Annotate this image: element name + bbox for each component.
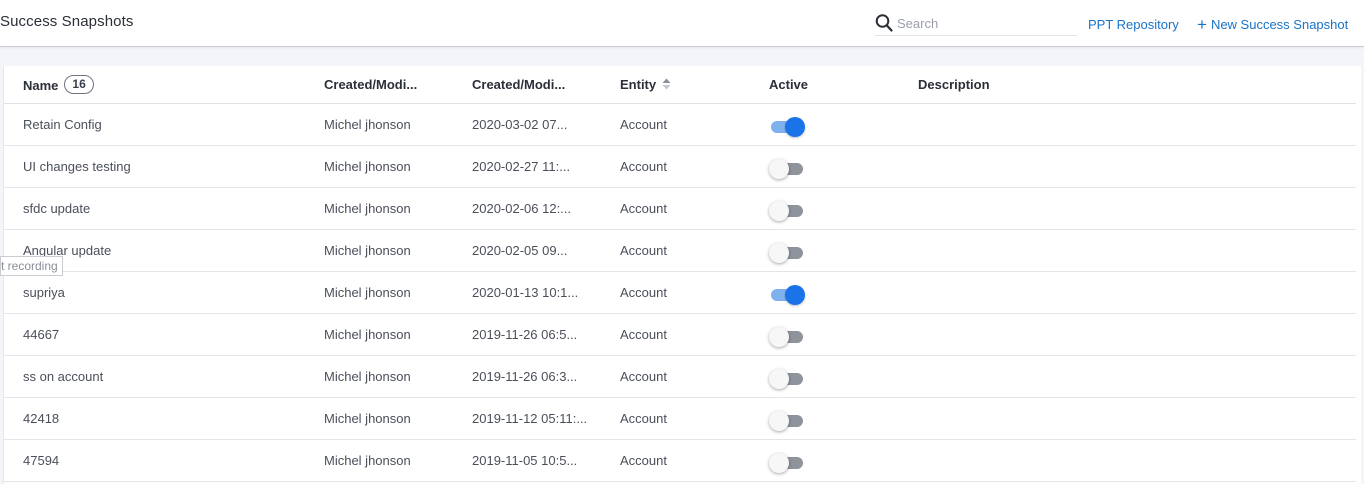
cell-created-date: 2020-02-27 11:... <box>472 159 571 174</box>
cell-created-date: 2020-03-02 07... <box>472 117 568 132</box>
table-header-row: Name 16 Created/Modi... Created/Modi... E… <box>4 66 1356 104</box>
column-header-created-by[interactable]: Created/Modi... <box>324 77 417 92</box>
ppt-repository-link[interactable]: PPT Repository <box>1088 17 1179 32</box>
cell-name[interactable]: Retain Config <box>23 117 102 132</box>
cell-entity: Account <box>620 243 667 258</box>
active-toggle[interactable] <box>769 199 805 221</box>
cell-name[interactable]: supriya <box>23 285 65 300</box>
recording-tooltip: t recording <box>0 256 63 276</box>
page-header: Success Snapshots PPT Repository +New Su… <box>0 0 1364 47</box>
table-row[interactable]: supriya Michel jhonson 2020-01-13 10:1..… <box>4 272 1356 314</box>
cell-entity: Account <box>620 201 667 216</box>
page-title: Success Snapshots <box>0 13 134 30</box>
active-toggle[interactable] <box>769 241 805 263</box>
cell-created-by: Michel jhonson <box>324 369 411 384</box>
table-row[interactable]: Retain Config Michel jhonson 2020-03-02 … <box>4 104 1356 146</box>
column-header-description[interactable]: Description <box>918 77 990 92</box>
active-toggle[interactable] <box>769 409 805 431</box>
snapshots-table: Name 16 Created/Modi... Created/Modi... E… <box>3 66 1361 484</box>
toggle-knob <box>769 453 789 473</box>
new-success-snapshot-button[interactable]: + New Success Snapshot <box>1197 15 1349 34</box>
cell-created-by: Michel jhonson <box>324 159 411 174</box>
cell-created-date: 2020-02-05 09... <box>472 243 568 258</box>
cell-entity: Account <box>620 159 667 174</box>
toggle-knob <box>769 327 789 347</box>
cell-created-by: Michel jhonson <box>324 117 411 132</box>
cell-created-date: 2019-11-12 05:11:... <box>472 411 588 426</box>
active-toggle[interactable] <box>769 283 805 305</box>
new-success-snapshot-label: New Success Snapshot <box>1210 17 1349 32</box>
toggle-knob <box>769 201 789 221</box>
cell-created-date: 2020-02-06 12:... <box>472 201 572 216</box>
cell-created-by: Michel jhonson <box>324 327 411 342</box>
cell-created-by: Michel jhonson <box>324 453 411 468</box>
search-icon[interactable] <box>875 13 893 33</box>
toggle-knob <box>769 243 789 263</box>
cell-entity: Account <box>620 453 667 468</box>
toggle-knob <box>785 117 805 137</box>
row-count-badge: 16 <box>64 75 94 94</box>
cell-entity: Account <box>620 411 667 426</box>
cell-created-date: 2019-11-26 06:5... <box>472 327 578 342</box>
column-header-entity-label: Entity <box>620 77 657 92</box>
active-toggle[interactable] <box>769 451 805 473</box>
toggle-knob <box>769 369 789 389</box>
cell-name[interactable]: 42418 <box>23 411 59 426</box>
cell-entity: Account <box>620 117 667 132</box>
cell-name[interactable]: 47594 <box>23 453 59 468</box>
column-header-name[interactable]: Name 16 <box>23 75 94 96</box>
table-row[interactable]: 47594 Michel jhonson 2019-11-05 10:5... … <box>4 440 1356 482</box>
search-input[interactable] <box>897 14 1075 32</box>
column-header-name-label: Name <box>23 78 59 93</box>
cell-created-date: 2020-01-13 10:1... <box>472 285 579 300</box>
table-row[interactable]: 42418 Michel jhonson 2019-11-12 05:11:..… <box>4 398 1356 440</box>
cell-created-by: Michel jhonson <box>324 201 411 216</box>
table-row[interactable]: UI changes testing Michel jhonson 2020-0… <box>4 146 1356 188</box>
active-toggle[interactable] <box>769 157 805 179</box>
cell-name[interactable]: 44667 <box>23 327 59 342</box>
toggle-knob <box>769 159 789 179</box>
cell-entity: Account <box>620 327 667 342</box>
sort-icon[interactable] <box>662 78 671 90</box>
cell-created-date: 2019-11-05 10:5... <box>472 453 578 468</box>
cell-entity: Account <box>620 285 667 300</box>
table-row[interactable]: Angular update Michel jhonson 2020-02-05… <box>4 230 1356 272</box>
column-header-created-date[interactable]: Created/Modi... <box>472 77 565 92</box>
cell-created-date: 2019-11-26 06:3... <box>472 369 578 384</box>
cell-created-by: Michel jhonson <box>324 285 411 300</box>
column-header-entity[interactable]: Entity <box>620 77 671 92</box>
toggle-knob <box>769 411 789 431</box>
cell-created-by: Michel jhonson <box>324 411 411 426</box>
table-row[interactable]: 44667 Michel jhonson 2019-11-26 06:5... … <box>4 314 1356 356</box>
column-header-active[interactable]: Active <box>769 77 808 92</box>
cell-created-by: Michel jhonson <box>324 243 411 258</box>
active-toggle[interactable] <box>769 325 805 347</box>
active-toggle[interactable] <box>769 367 805 389</box>
cell-name[interactable]: sfdc update <box>23 201 90 216</box>
active-toggle[interactable] <box>769 115 805 137</box>
cell-entity: Account <box>620 369 667 384</box>
search-box[interactable] <box>875 13 1077 36</box>
table-row[interactable]: sfdc update Michel jhonson 2020-02-06 12… <box>4 188 1356 230</box>
plus-icon: + <box>1197 15 1207 34</box>
table-row[interactable]: ss on account Michel jhonson 2019-11-26 … <box>4 356 1356 398</box>
cell-name[interactable]: ss on account <box>23 369 103 384</box>
cell-name[interactable]: UI changes testing <box>23 159 131 174</box>
toggle-knob <box>785 285 805 305</box>
